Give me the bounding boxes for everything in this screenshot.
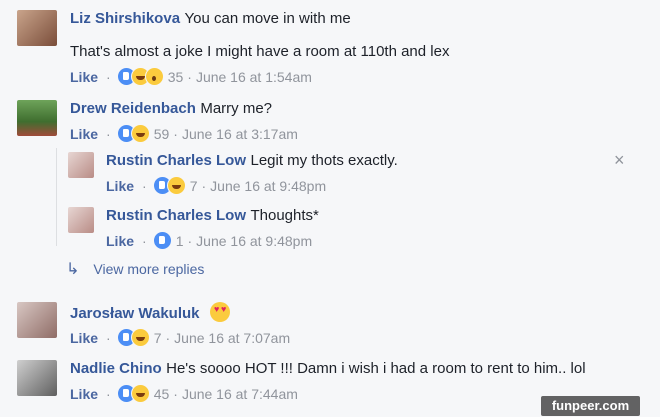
author-name[interactable]: Drew Reidenbach — [70, 100, 196, 117]
comment-meta: Like · 35 · June 16 at 1:54am — [70, 67, 312, 86]
timestamp[interactable]: June 16 at 9:48pm — [196, 233, 312, 249]
comment-meta: Like · 45 · June 16 at 7:44am — [70, 384, 298, 403]
comment-text: Marry me? — [200, 100, 273, 117]
comment-header: Nadlie Chino He's soooo HOT !!! Damn i w… — [70, 360, 586, 378]
comment-text: Legit my thots exactly. — [250, 152, 398, 169]
avatar[interactable] — [68, 152, 94, 178]
reactions[interactable] — [152, 176, 186, 195]
reaction-count[interactable]: 7 — [190, 178, 198, 194]
reaction-count[interactable]: 59 — [154, 126, 170, 142]
comment-text: He's soooo HOT !!! Damn i wish i had a r… — [166, 360, 586, 377]
like-button[interactable]: Like — [70, 126, 98, 142]
comment-meta: Like · 59 · June 16 at 3:17am — [70, 124, 298, 143]
haha-reaction-icon — [130, 124, 150, 143]
haha-reaction-icon — [130, 384, 150, 403]
timestamp[interactable]: June 16 at 1:54am — [196, 69, 312, 85]
like-button[interactable]: Like — [106, 178, 134, 194]
avatar[interactable] — [17, 100, 57, 136]
author-name[interactable]: Liz Shirshikova — [70, 10, 180, 27]
haha-reaction-icon — [130, 328, 150, 347]
comment-meta: Like · 7 · June 16 at 7:07am — [70, 328, 291, 347]
author-name[interactable]: Rustin Charles Low — [106, 152, 246, 169]
reactions[interactable] — [116, 328, 150, 347]
comment-header: Drew Reidenbach Marry me? — [70, 100, 272, 118]
reactions[interactable] — [116, 384, 150, 403]
comment-meta: Like · 1 · June 16 at 9:48pm — [106, 231, 313, 250]
comment-header: Jarosław Wakuluk — [70, 302, 230, 323]
reply-thread-line — [56, 148, 57, 246]
author-name[interactable]: Rustin Charles Low — [106, 207, 246, 224]
avatar[interactable] — [17, 302, 57, 338]
timestamp[interactable]: June 16 at 9:48pm — [210, 178, 326, 194]
view-more-label: View more replies — [93, 261, 205, 277]
reply-header: Rustin Charles Low Thoughts* — [106, 207, 319, 225]
reactions[interactable] — [116, 124, 150, 143]
like-button[interactable]: Like — [106, 233, 134, 249]
timestamp[interactable]: June 16 at 7:07am — [174, 330, 290, 346]
comment-text-continued: That's almost a joke I might have a room… — [70, 43, 450, 60]
timestamp[interactable]: June 16 at 7:44am — [182, 386, 298, 402]
author-name[interactable]: Jarosław Wakuluk — [70, 305, 200, 322]
wow-reaction-icon — [144, 67, 164, 86]
timestamp[interactable]: June 16 at 3:17am — [182, 126, 298, 142]
reply-arrow-icon: ↳ — [66, 261, 80, 278]
reply-header: Rustin Charles Low Legit my thots exactl… — [106, 152, 398, 170]
view-more-replies-link[interactable]: ↳ View more replies — [66, 259, 204, 279]
reactions[interactable] — [152, 231, 172, 250]
reaction-count[interactable]: 45 — [154, 386, 170, 402]
reaction-count[interactable]: 35 — [168, 69, 184, 85]
comment-header: Liz Shirshikova You can move in with me — [70, 10, 351, 28]
reactions[interactable] — [116, 67, 164, 86]
reaction-count[interactable]: 1 — [176, 233, 184, 249]
comment-text: Thoughts* — [250, 207, 319, 224]
haha-reaction-icon — [166, 176, 186, 195]
avatar[interactable] — [17, 10, 57, 46]
close-icon[interactable]: × — [614, 150, 625, 171]
like-button[interactable]: Like — [70, 69, 98, 85]
comment-meta: Like · 7 · June 16 at 9:48pm — [106, 176, 327, 195]
avatar[interactable] — [68, 207, 94, 233]
author-name[interactable]: Nadlie Chino — [70, 360, 162, 377]
like-reaction-icon — [152, 231, 172, 250]
heart-eyes-emoji-icon — [209, 302, 230, 322]
comment-text: You can move in with me — [184, 10, 351, 27]
reaction-count[interactable]: 7 — [154, 330, 162, 346]
avatar[interactable] — [17, 360, 57, 396]
like-button[interactable]: Like — [70, 386, 98, 402]
watermark: funpeer.com — [541, 396, 640, 416]
like-button[interactable]: Like — [70, 330, 98, 346]
